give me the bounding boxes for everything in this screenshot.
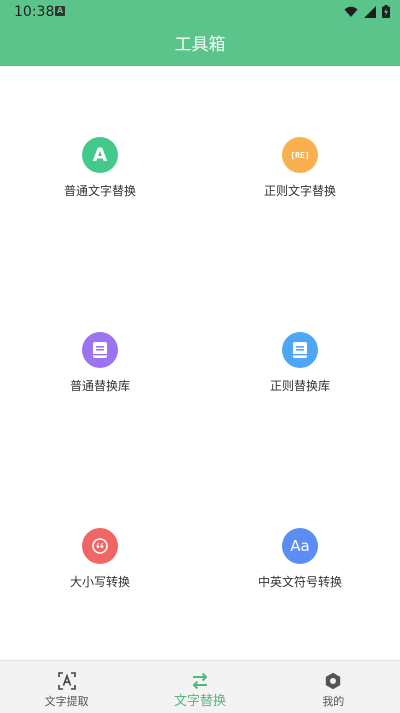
status-bar: 10:38 A — [0, 0, 400, 24]
text-scan-icon — [0, 670, 133, 692]
tab-label: 文字提取 — [44, 695, 89, 708]
tool-normal-replace-library[interactable]: 普通替换库 — [0, 332, 200, 412]
tool-punctuation-convert[interactable]: Aa 中英文符号转换 — [200, 528, 400, 608]
app-bar: 工具箱 — [0, 24, 400, 66]
regex-glyph: [RE] — [290, 150, 310, 160]
tab-text-replace[interactable]: 文字替换 — [133, 661, 266, 713]
letter-a-icon: A — [82, 137, 118, 173]
bottom-nav: 文字提取 文字替换 我的 — [0, 660, 400, 713]
tab-label: 文字替换 — [173, 694, 226, 709]
aa-glyph: Aa — [290, 537, 310, 555]
tool-case-convert[interactable]: 大小写转换 — [0, 528, 200, 608]
page-title: 工具箱 — [174, 35, 226, 55]
book-glyph — [293, 342, 307, 358]
tool-regex-text-replace[interactable]: [RE] 正则文字替换 — [200, 137, 400, 217]
tool-label: 正则替换库 — [269, 379, 330, 393]
wifi-icon — [344, 6, 358, 17]
quote-icon — [82, 528, 118, 564]
quote-glyph — [92, 538, 108, 554]
letter-a-glyph: A — [92, 144, 108, 166]
tool-label: 普通文字替换 — [63, 184, 136, 198]
tab-mine[interactable]: 我的 — [267, 661, 400, 713]
tab-label: 我的 — [322, 695, 345, 708]
swap-icon — [133, 670, 266, 692]
book-icon — [82, 332, 118, 368]
tool-label: 大小写转换 — [69, 575, 130, 589]
status-time: 10:38 — [14, 4, 55, 20]
signal-icon — [364, 5, 376, 18]
tool-label: 正则文字替换 — [263, 184, 336, 198]
aa-icon: Aa — [282, 528, 318, 564]
battery-icon — [382, 5, 390, 18]
tab-text-extract[interactable]: 文字提取 — [0, 661, 133, 713]
tool-grid: A 普通文字替换 [RE] 正则文字替换 普通替换库 正则替换库 大小写转换 A… — [0, 66, 400, 660]
status-icons — [344, 5, 390, 18]
a-icon: A — [55, 6, 65, 16]
tool-label: 普通替换库 — [69, 379, 130, 393]
book-glyph — [93, 342, 107, 358]
tool-label: 中英文符号转换 — [257, 575, 342, 589]
tool-regex-replace-library[interactable]: 正则替换库 — [200, 332, 400, 412]
hexagon-icon — [267, 670, 400, 692]
tool-normal-text-replace[interactable]: A 普通文字替换 — [0, 137, 200, 217]
regex-icon: [RE] — [282, 137, 318, 173]
book-icon — [282, 332, 318, 368]
